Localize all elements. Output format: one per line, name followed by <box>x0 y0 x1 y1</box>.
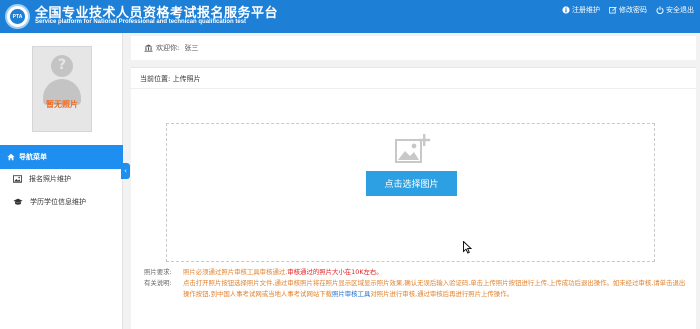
change-password-link[interactable]: 修改密码 <box>609 5 647 15</box>
requirement-text: 照片必须通过照片审核工具审核通过,审核通过的照片大小在10K左右。 <box>183 268 383 276</box>
no-photo-label: 暂无照片 <box>46 100 78 109</box>
sidebar-item-education-maintain[interactable]: 学历学位信息维护 <box>0 191 123 213</box>
photo-placeholder: ? 暂无照片 <box>32 46 92 132</box>
image-icon <box>13 175 22 183</box>
pta-logo: PTA <box>5 4 30 29</box>
requirement-label: 照片要求: <box>144 268 172 276</box>
welcome-label: 欢迎你: <box>156 44 180 52</box>
info-icon <box>562 6 570 14</box>
breadcrumb: 当前位置: 上传照片 <box>140 75 201 83</box>
register-maintain-link[interactable]: 注册维护 <box>562 5 600 15</box>
edit-icon <box>609 6 617 14</box>
photo-drop-area[interactable]: 点击选择图片 <box>166 123 655 262</box>
welcome-bar: 欢迎你: 张三 <box>131 36 696 60</box>
instructions-label: 有关说明: <box>144 279 172 287</box>
logout-link[interactable]: 安全退出 <box>656 5 694 15</box>
instructions-text: 点击打开照片按钮选择照片文件,通过审核照片将在照片显示区域显示照片效果,确认无误… <box>183 279 686 298</box>
question-mark-icon: ? <box>57 57 67 73</box>
add-image-icon <box>395 134 431 163</box>
sidebar-collapse-toggle[interactable]: ‹ <box>121 163 130 179</box>
change-password-label: 修改密码 <box>619 6 647 14</box>
mouse-cursor-icon <box>463 241 472 254</box>
register-maintain-label: 注册维护 <box>572 6 600 14</box>
user-name: 张三 <box>184 44 199 52</box>
top-header: PTA 全国专业技术人员资格考试报名服务平台 Service platform … <box>0 0 700 33</box>
sidebar-item-label: 报名照片维护 <box>29 175 71 183</box>
logout-label: 安全退出 <box>666 6 694 14</box>
audit-tool-link[interactable]: 照片审核工具 <box>332 290 370 298</box>
bank-icon <box>144 44 153 52</box>
photo-requirement-row: 照片要求: 照片必须通过照片审核工具审核通过,审核通过的照片大小在10K左右。 <box>144 267 689 278</box>
header-links: 注册维护 修改密码 安全退出 <box>562 5 694 15</box>
sidebar-item-label: 学历学位信息维护 <box>30 198 86 206</box>
divider <box>131 88 696 89</box>
site-subtitle: Service platform for National Profession… <box>35 19 247 25</box>
choose-image-button[interactable]: 点击选择图片 <box>366 171 457 196</box>
power-icon <box>656 6 664 14</box>
sidebar: ? 暂无照片 导航菜单 报名照片维护 学历学位信息维护 <box>0 33 123 329</box>
nav-menu-title: 导航菜单 <box>19 153 47 161</box>
requirement-warning: 审核通过的照片大小在10K左右。 <box>287 268 383 276</box>
instructions-row: 有关说明: 点击打开照片按钮选择照片文件,通过审核照片将在照片显示区域显示照片效… <box>144 278 689 300</box>
home-icon <box>7 153 15 161</box>
graduation-cap-icon <box>13 198 23 205</box>
nav-menu-header[interactable]: 导航菜单 <box>0 145 123 169</box>
sidebar-item-photo-maintain[interactable]: 报名照片维护 <box>0 168 123 190</box>
upload-panel: 当前位置: 上传照片 点击选择图片 照片要求: 照片必须通过照片审核工具审核通过… <box>131 67 696 329</box>
upload-notes: 照片要求: 照片必须通过照片审核工具审核通过,审核通过的照片大小在10K左右。 … <box>144 267 689 300</box>
